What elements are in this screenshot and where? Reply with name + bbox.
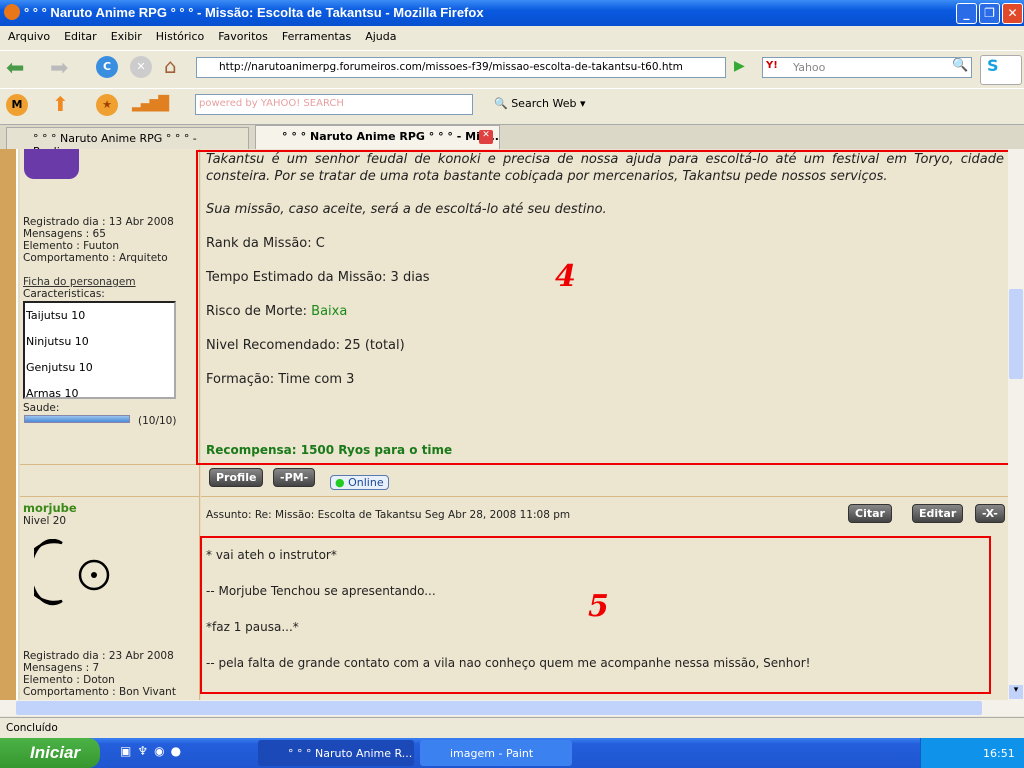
behaviour: Comportamento : Bon Vivant: [23, 686, 176, 698]
status-bar: Concluído: [0, 717, 1024, 738]
divider: [20, 464, 200, 465]
post2-user-info: Registrado dia : 23 Abr 2008 Mensagens :…: [23, 650, 176, 698]
characteristics-box[interactable]: Taijutsu 10 Ninjutsu 10 Genjutsu 10 Arma…: [23, 301, 176, 400]
window-title: ° ° ° Naruto Anime RPG ° ° ° - Missão: E…: [24, 5, 484, 20]
moon-symbol-avatar: [34, 539, 110, 606]
page-content: Registrado dia : 13 Abr 2008 Mensagens :…: [0, 149, 1008, 700]
author-column: Registrado dia : 13 Abr 2008 Mensagens :…: [20, 149, 200, 700]
tab-label: ° ° ° Naruto Anime RPG ° ° ° - Mis...: [282, 130, 499, 143]
title-bar: ° ° ° Naruto Anime RPG ° ° ° - Missão: E…: [0, 0, 1024, 26]
health-bar: [24, 415, 130, 423]
stat-taijutsu: Taijutsu 10: [26, 309, 86, 322]
start-button[interactable]: Iniciar: [0, 738, 100, 768]
search-icon[interactable]: 🔍: [952, 58, 968, 73]
skype-icon[interactable]: S: [980, 55, 1022, 85]
scroll-down-icon[interactable]: ▾: [1009, 685, 1023, 699]
search-input[interactable]: Yahoo: [762, 57, 972, 78]
yahoo-search-input[interactable]: powered by YAHOO! SEARCH: [195, 94, 473, 115]
menu-ferramentas[interactable]: Ferramentas: [282, 30, 351, 43]
behaviour: Comportamento : Arquiteto: [23, 252, 168, 264]
tab-realiza[interactable]: ° ° ° Naruto Anime RPG ° ° ° - Realiza..…: [6, 127, 249, 158]
close-button[interactable]: ✕: [1002, 3, 1023, 24]
highlight-box: [200, 536, 991, 694]
messages: Mensagens : 65: [23, 228, 106, 240]
page-border: [0, 149, 18, 700]
character-sheet-link[interactable]: Ficha do personagem: [23, 276, 174, 288]
back-icon[interactable]: ⬅: [6, 56, 24, 81]
url-bar[interactable]: http://narutoanimerpg.forumeiros.com/mis…: [196, 57, 726, 78]
element: Elemento : Fuuton: [23, 240, 120, 252]
edit-button[interactable]: Editar: [912, 504, 964, 523]
post2-level: Nivel 20: [23, 515, 67, 527]
health-text: (10/10): [138, 415, 177, 427]
menu-exibir[interactable]: Exibir: [111, 30, 142, 43]
maximize-button[interactable]: ❐: [979, 3, 1000, 24]
system-tray: 16:51: [920, 738, 1024, 768]
stat-ninjutsu: Ninjutsu 10: [26, 335, 89, 348]
minimize-button[interactable]: _: [956, 3, 977, 24]
quote-button[interactable]: Citar: [848, 504, 892, 523]
menu-ajuda[interactable]: Ajuda: [365, 30, 396, 43]
post-column: Takantsu é um senhor feudal de konoki e …: [196, 149, 1008, 700]
search-web-label: Search Web: [511, 97, 577, 110]
registered: Registrado dia : 13 Abr 2008: [23, 216, 174, 228]
home-icon[interactable]: ⌂: [164, 54, 177, 78]
search-web-button[interactable]: 🔍 Search Web ▾: [494, 97, 586, 110]
forward-icon[interactable]: ➡: [50, 56, 68, 81]
menu-historico[interactable]: Histórico: [156, 30, 204, 43]
menu-arquivo[interactable]: Arquivo: [8, 30, 50, 43]
vertical-scrollbar[interactable]: ▾: [1008, 149, 1024, 700]
task-firefox[interactable]: ° ° ° Naruto Anime R...: [258, 740, 414, 766]
divider: [201, 496, 1008, 497]
star-icon[interactable]: ★: [96, 94, 118, 116]
characteristics-label: Caracteristicas:: [23, 288, 105, 300]
post1-user-info: Registrado dia : 13 Abr 2008 Mensagens :…: [23, 216, 174, 300]
horizontal-scrollbar[interactable]: [0, 700, 1024, 716]
avatar: [24, 149, 79, 179]
post2-subject: Assunto: Re: Missão: Escolta de Takantsu…: [206, 509, 571, 521]
stop-icon[interactable]: ✕: [130, 56, 152, 78]
online-badge: ● Online: [330, 475, 389, 490]
pm-button[interactable]: -PM-: [273, 468, 316, 487]
signal-bars-icon: ▂▄▆█: [132, 96, 169, 112]
close-tab-icon[interactable]: ✕: [479, 130, 493, 144]
tab-missao[interactable]: ° ° ° Naruto Anime RPG ° ° ° - Mis... ✕: [255, 125, 500, 149]
clock: 16:51: [983, 747, 1015, 760]
element: Elemento : Doton: [23, 674, 115, 686]
profile-button[interactable]: Profile: [209, 468, 264, 487]
quick-launch-icons[interactable]: ▣♆◉●: [120, 744, 187, 758]
messages: Mensagens : 7: [23, 662, 100, 674]
menu-editar[interactable]: Editar: [64, 30, 97, 43]
taskbar: Iniciar ▣♆◉● ° ° ° Naruto Anime R... ima…: [0, 738, 1024, 768]
stat-genjutsu: Genjutsu 10: [26, 361, 93, 374]
health-label: Saude:: [23, 402, 60, 414]
menu-bar: Arquivo Editar Exibir Histórico Favoritos Fer…: [0, 26, 1024, 48]
delete-button[interactable]: -X-: [975, 504, 1005, 523]
firefox-icon: [4, 4, 20, 20]
yahoo-engine-icon[interactable]: Y!: [766, 60, 778, 71]
messenger-icon[interactable]: M: [6, 94, 28, 116]
up-arrow-icon[interactable]: ⬆: [52, 92, 69, 116]
highlight-box: [196, 150, 1008, 465]
post2-username[interactable]: morjube: [23, 501, 77, 515]
online-label: Online: [348, 476, 384, 489]
go-icon[interactable]: ▶: [734, 58, 745, 74]
online-dot-icon: ●: [335, 476, 345, 489]
task-paint[interactable]: imagem - Paint: [420, 740, 572, 766]
reload-icon[interactable]: C: [96, 56, 118, 78]
divider: [20, 496, 200, 497]
menu-favoritos[interactable]: Favoritos: [218, 30, 268, 43]
registered: Registrado dia : 23 Abr 2008: [23, 650, 174, 662]
